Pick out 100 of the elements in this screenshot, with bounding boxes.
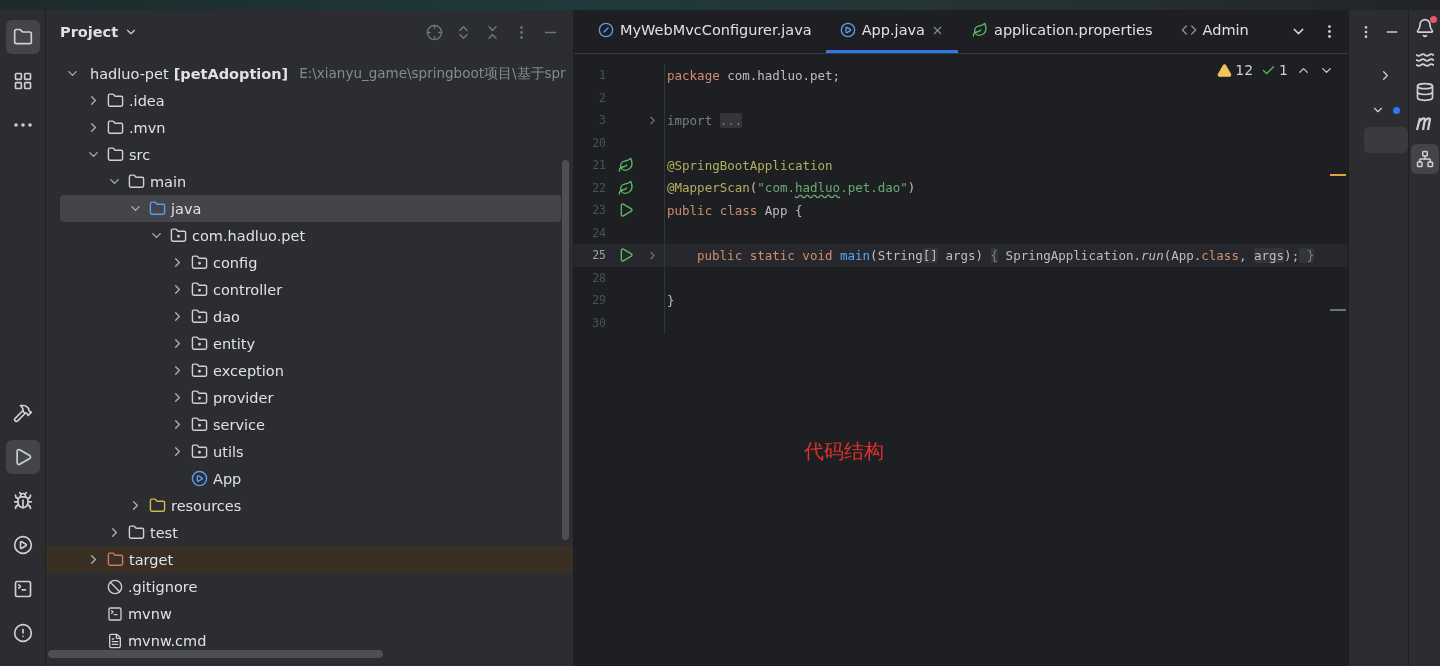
run-icon[interactable] <box>618 202 634 219</box>
status-dot-icon <box>1393 106 1400 114</box>
node-name: mvnw <box>128 605 172 622</box>
alert-icon <box>12 623 33 643</box>
typos-counter[interactable]: 1 <box>1261 62 1288 78</box>
panel-title[interactable]: Project <box>60 24 119 40</box>
tree-row[interactable]: src <box>60 141 561 168</box>
tree-row[interactable]: provider <box>60 384 561 411</box>
code-line: public class App { <box>664 199 803 222</box>
node-name: java <box>171 200 202 217</box>
node-name: .idea <box>129 92 165 109</box>
tree-row[interactable]: test <box>60 519 561 546</box>
folder-icon <box>128 524 145 541</box>
scroll-marker <box>1330 309 1346 311</box>
resources-folder-icon <box>149 497 166 514</box>
tree-row[interactable]: .idea <box>60 87 561 114</box>
node-name: .mvn <box>129 119 166 136</box>
tree-row[interactable]: resources <box>60 492 561 519</box>
tree-row[interactable]: App <box>60 465 561 492</box>
run-tool-button[interactable] <box>5 440 40 474</box>
leaf-icon <box>972 22 988 38</box>
package-icon <box>191 389 208 406</box>
package-icon <box>191 362 208 379</box>
run-icon[interactable] <box>618 247 634 264</box>
node-name: target <box>129 551 174 568</box>
node-name: com.hadluo.pet <box>192 227 306 244</box>
node-name: src <box>129 146 151 163</box>
folder-icon <box>107 119 124 136</box>
locate-icon[interactable] <box>426 23 443 41</box>
package-icon <box>191 416 208 433</box>
package-icon <box>191 335 208 352</box>
structure-button[interactable] <box>1410 144 1439 174</box>
package-icon <box>191 254 208 271</box>
class-icon <box>191 470 208 487</box>
tree-row[interactable]: .mvn <box>60 114 561 141</box>
tree-row[interactable]: com.hadluo.pet <box>60 222 561 249</box>
folder-icon <box>107 551 124 568</box>
tree-row[interactable]: utils <box>60 438 561 465</box>
play-circle-icon <box>12 535 33 555</box>
notifications-button[interactable] <box>1414 18 1435 38</box>
node-name: App <box>213 470 242 487</box>
node-name: utils <box>213 443 244 460</box>
tree-row[interactable]: .gitignore <box>60 573 561 600</box>
bell-icon <box>1414 18 1435 38</box>
node-name: mvnw.cmd <box>128 632 207 649</box>
node-name: exception <box>213 362 284 379</box>
tree-row[interactable]: config <box>60 249 561 276</box>
node-name: .gitignore <box>128 578 198 595</box>
module-name: [petAdoption] <box>173 65 289 82</box>
hierarchy-icon <box>1415 150 1434 168</box>
code-line: package com.hadluo.pet; <box>664 64 841 87</box>
package-icon <box>191 308 208 325</box>
warning-marker <box>1330 174 1346 176</box>
editor-tab[interactable]: application.properties <box>958 10 1167 53</box>
node-path: E:\xianyu_game\springboot项目\基于spr <box>299 64 566 83</box>
folder-icon <box>12 27 33 47</box>
code-line: @SpringBootApplication <box>664 154 833 177</box>
code-icon <box>1180 22 1197 38</box>
tree-row[interactable]: entity <box>60 330 561 357</box>
tree-row[interactable]: exception <box>60 357 561 384</box>
editor-tab[interactable]: Admin <box>1166 10 1263 53</box>
folder-icon <box>107 92 124 109</box>
hammer-icon <box>12 403 33 423</box>
tree-row[interactable]: dao <box>60 303 561 330</box>
code-line: public static void main(String[] args) { SpringApplication.run(App.class, args); } <box>664 244 1315 267</box>
grid-icon <box>12 71 33 91</box>
node-name: config <box>213 254 258 271</box>
node-name: service <box>213 416 265 433</box>
terminal-file-icon <box>107 605 123 622</box>
editor-tab[interactable]: MyWebMvcConfigurer.java <box>584 10 826 53</box>
tree-row[interactable]: controller <box>60 276 561 303</box>
node-name: dao <box>213 308 240 325</box>
tree-row[interactable]: mvnw.cmd <box>60 627 561 654</box>
tree-row[interactable]: service <box>60 411 561 438</box>
node-name: provider <box>213 389 274 406</box>
code-line: } <box>664 289 675 312</box>
excluded-tree-row[interactable]: target <box>46 546 573 573</box>
project-tool-button[interactable] <box>5 20 40 54</box>
code-line: @MapperScan("com.hadluo.pet.dao") <box>664 176 916 199</box>
selected-tree-row[interactable]: java <box>60 195 561 222</box>
text-file-icon <box>107 632 123 649</box>
package-icon <box>170 227 187 244</box>
bug-icon <box>12 491 33 511</box>
node-name: controller <box>213 281 283 298</box>
tree-row[interactable]: main <box>60 168 561 195</box>
tree-row[interactable]: mvnw <box>60 600 561 627</box>
database-icon[interactable] <box>1414 82 1435 102</box>
node-name: hadluo-pet <box>90 65 169 82</box>
line-number: 25 <box>591 248 606 263</box>
source-folder-icon <box>149 200 166 217</box>
class-icon <box>598 22 614 38</box>
warnings-counter[interactable]: 12 <box>1217 62 1254 78</box>
notification-dot <box>1429 16 1437 23</box>
node-name: test <box>150 524 178 541</box>
more-icon <box>13 123 32 127</box>
ignore-file-icon <box>107 578 123 595</box>
annotation-text: 代码结构 <box>804 438 884 465</box>
code-line: import ... <box>664 109 743 132</box>
editor-tab[interactable]: App.java <box>825 10 958 53</box>
node-name: main <box>150 173 187 190</box>
